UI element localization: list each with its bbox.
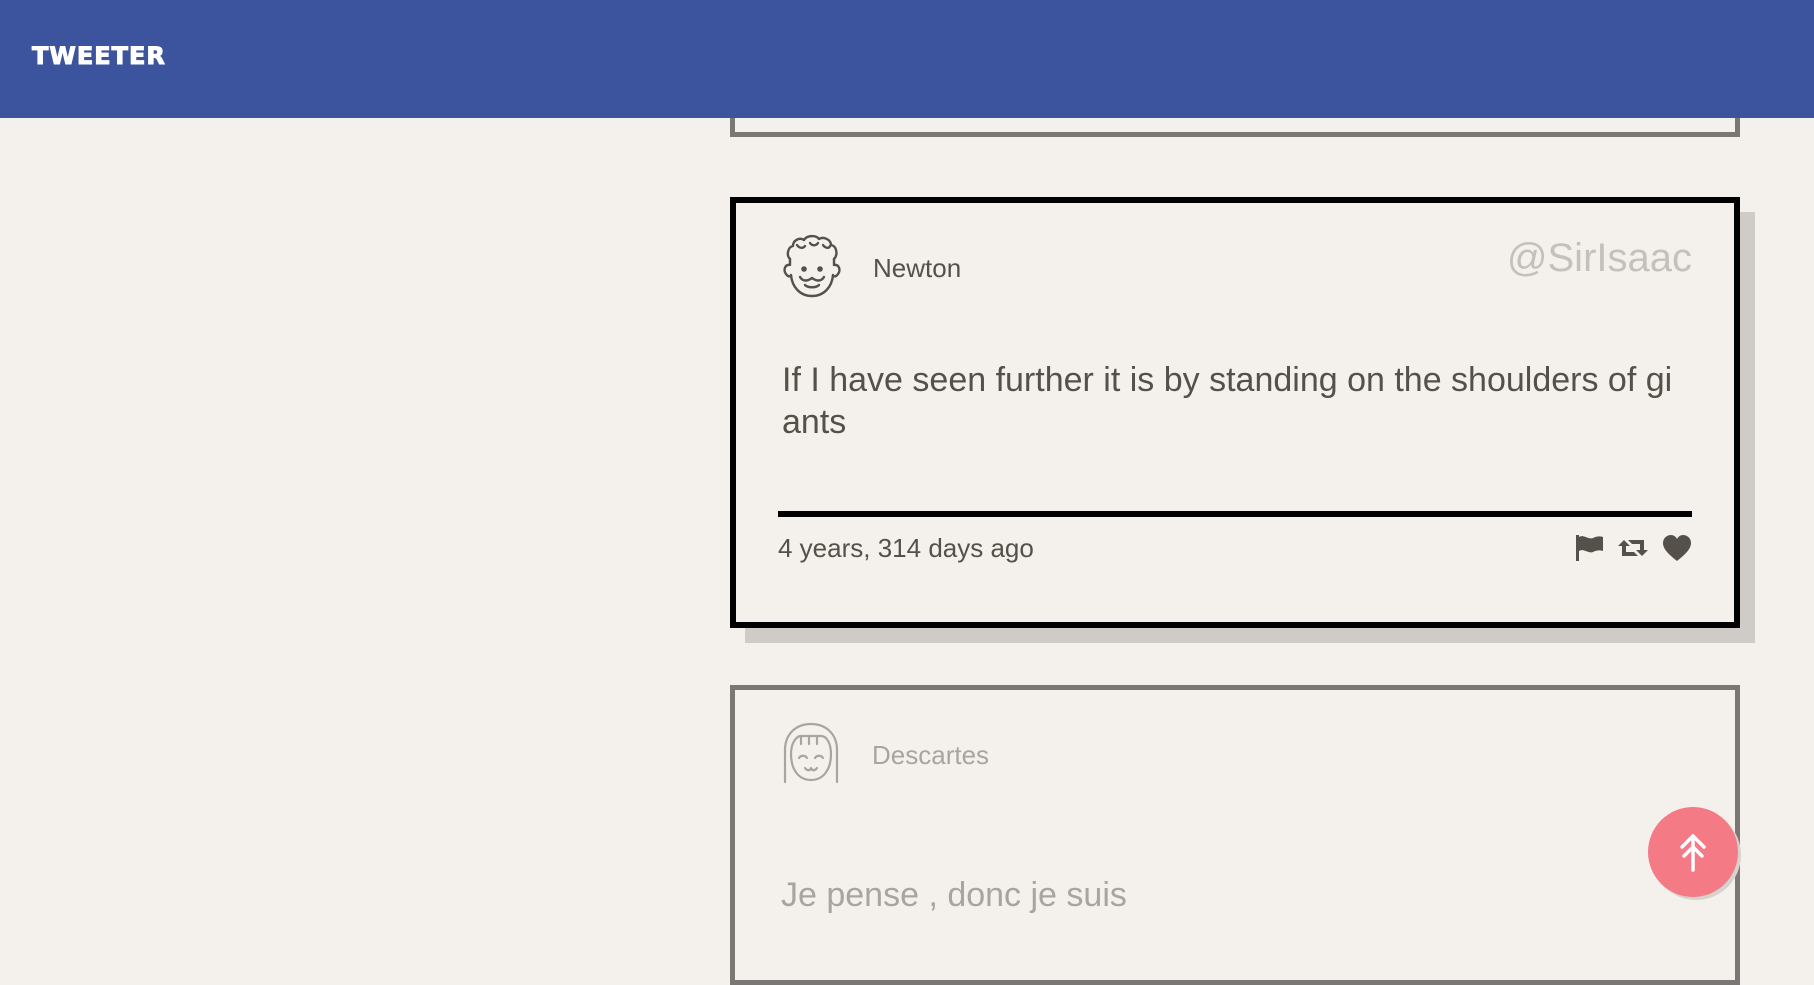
double-arrow-up-icon xyxy=(1680,834,1706,872)
tweet-divider xyxy=(778,511,1692,517)
tweet-handle[interactable]: @SirIsaac xyxy=(1507,236,1692,281)
tweet-author[interactable]: Newton xyxy=(873,253,961,284)
tweet-card[interactable]: Newton @SirIsaac If I have seen further … xyxy=(730,197,1740,628)
scroll-to-top-button[interactable] xyxy=(1648,807,1738,897)
woman-face-icon xyxy=(783,722,839,784)
tweet-card-next[interactable]: Descartes Je pense , donc je suis xyxy=(730,685,1740,985)
retweet-icon[interactable] xyxy=(1618,534,1648,562)
tweet-message: Je pense , donc je suis xyxy=(781,876,1127,914)
heart-icon[interactable] xyxy=(1662,534,1692,562)
tweet-author[interactable]: Descartes xyxy=(872,740,989,771)
app-logo[interactable]: TWEETER xyxy=(32,42,166,71)
tweet-message: If I have seen further it is by standing… xyxy=(782,361,1673,441)
man-face-icon xyxy=(783,234,841,298)
tweet-timestamp: 4 years, 314 days ago xyxy=(778,533,1034,563)
flag-icon[interactable] xyxy=(1574,534,1604,562)
top-navbar: TWEETER xyxy=(0,0,1814,118)
tweet-actions xyxy=(1574,534,1692,562)
